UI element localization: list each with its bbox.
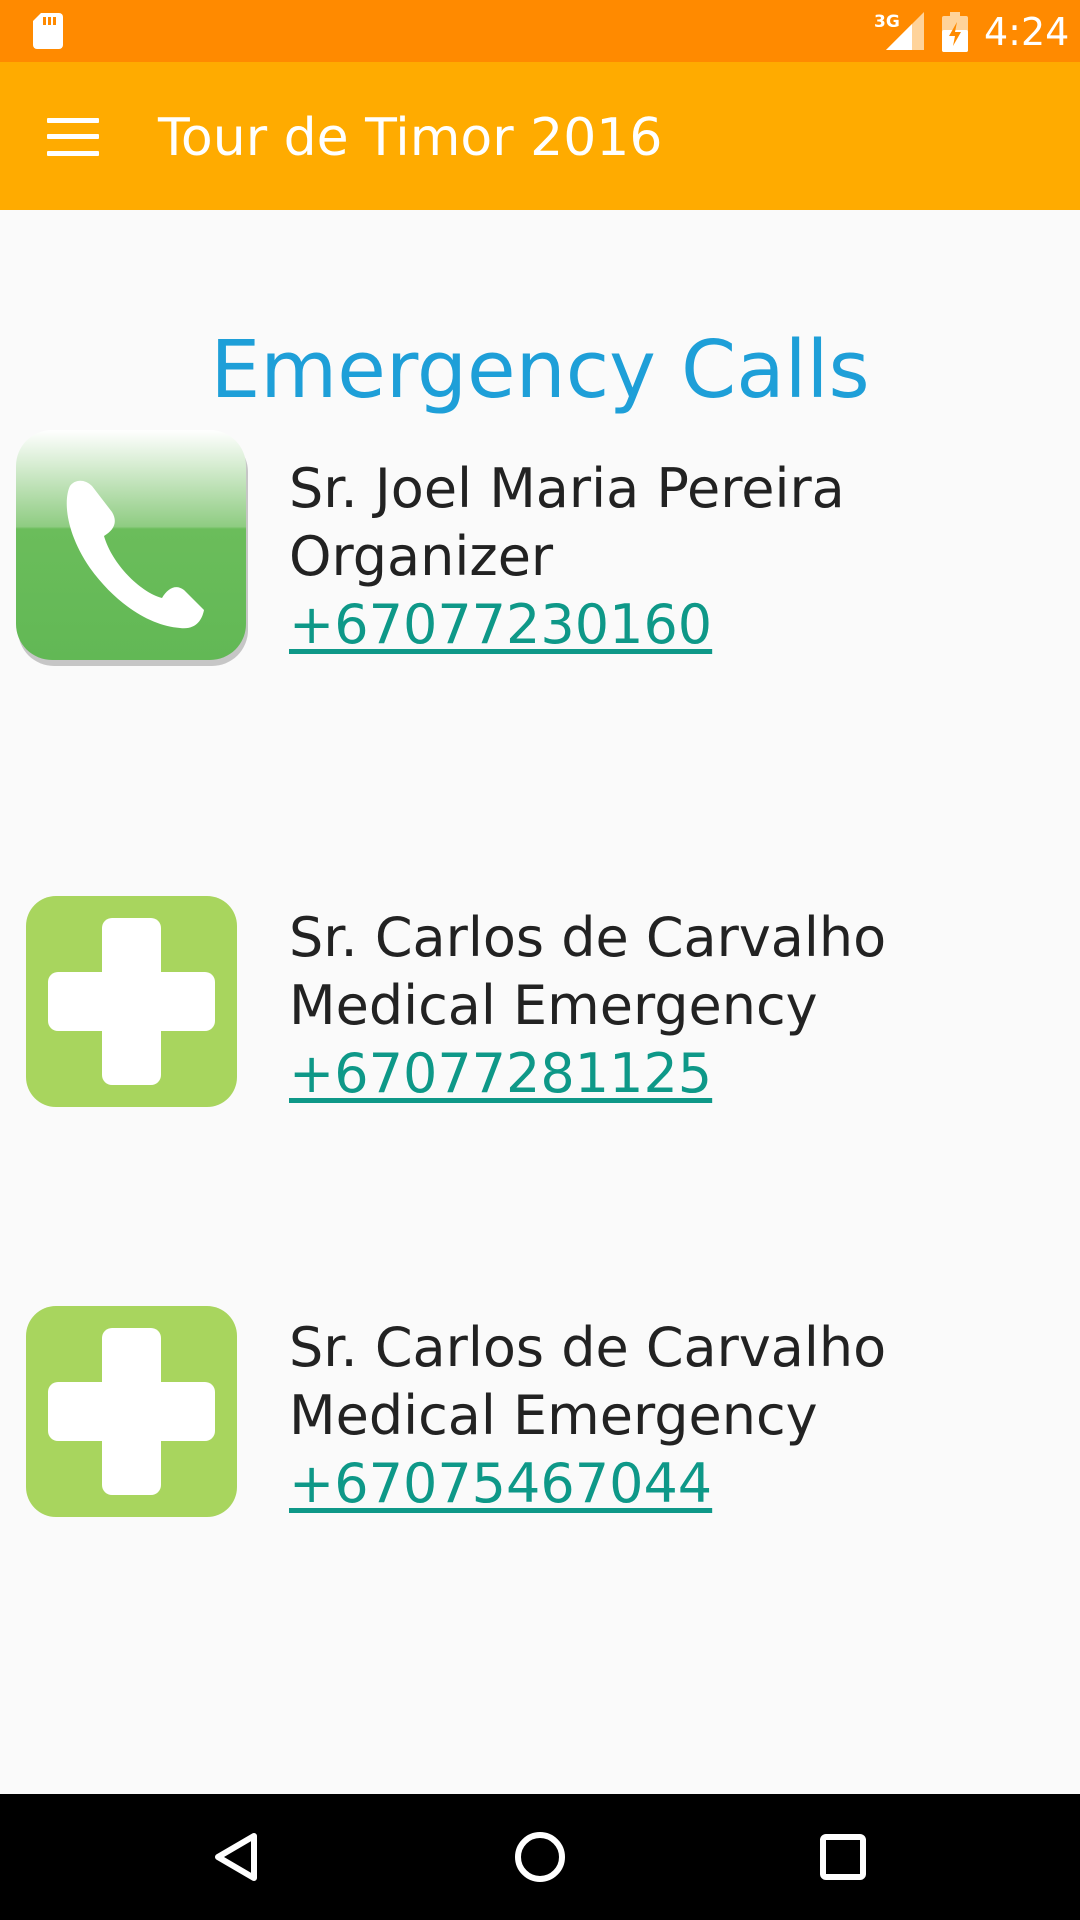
contact-phone-link[interactable]: +67077281125	[289, 1040, 886, 1108]
contact-name: Sr. Carlos de Carvalho	[289, 906, 887, 969]
contact-name: Sr. Carlos de Carvalho	[289, 1316, 887, 1379]
battery-charging-icon	[942, 12, 968, 52]
home-circle-icon[interactable]	[505, 1822, 575, 1892]
recents-square-icon[interactable]	[808, 1822, 878, 1892]
clock: 4:24	[984, 10, 1070, 54]
cell-signal-icon	[886, 12, 924, 50]
contact-role: Medical Emergency	[289, 974, 818, 1037]
medical-cross-icon[interactable]	[26, 1306, 237, 1517]
hamburger-menu-icon[interactable]	[47, 118, 99, 156]
phone-icon[interactable]	[12, 426, 252, 666]
contact-phone-link[interactable]: +67077230160	[289, 591, 845, 659]
contact-role: Organizer	[289, 525, 554, 588]
contact-name: Sr. Joel Maria Pereira	[289, 457, 845, 520]
system-nav-bar	[0, 1794, 1080, 1920]
page-title: Emergency Calls	[210, 324, 870, 416]
sd-card-icon	[33, 13, 63, 49]
contact-phone-link[interactable]: +67075467044	[289, 1450, 886, 1518]
medical-cross-icon[interactable]	[26, 896, 237, 1107]
contact-role: Medical Emergency	[289, 1384, 818, 1447]
contact-item: Sr. Carlos de Carvalho Medical Emergency…	[289, 1314, 886, 1518]
contact-item: Sr. Joel Maria Pereira Organizer +670772…	[289, 455, 845, 659]
contact-item: Sr. Carlos de Carvalho Medical Emergency…	[289, 904, 886, 1108]
toolbar-title: Tour de Timor 2016	[158, 108, 663, 168]
status-bar: 3G 4:24	[0, 0, 1080, 62]
back-triangle-icon[interactable]	[202, 1822, 272, 1892]
app-toolbar: Tour de Timor 2016	[0, 62, 1080, 210]
